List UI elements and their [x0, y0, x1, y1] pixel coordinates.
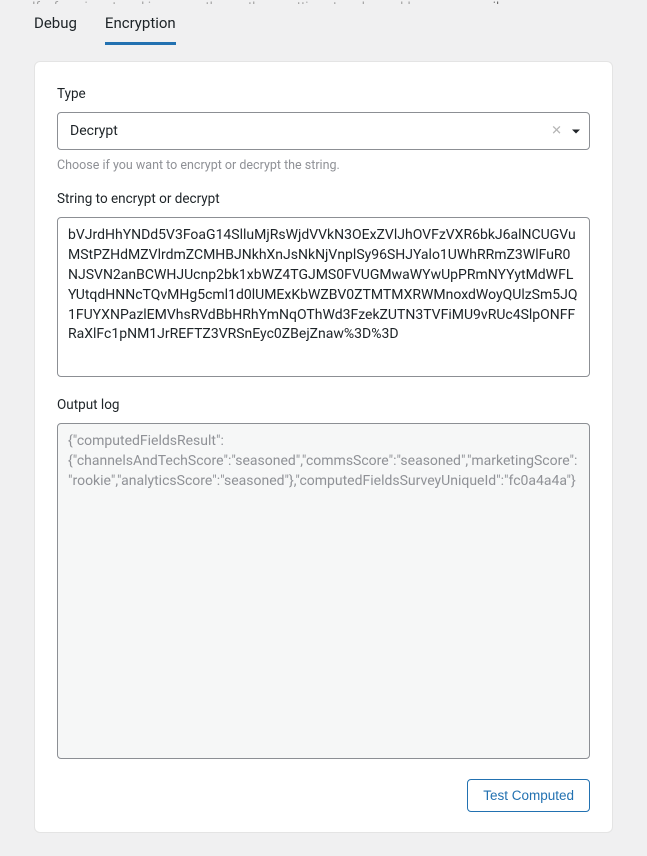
context-hint-suffix: easily. — [472, 0, 508, 4]
test-computed-button[interactable]: Test Computed — [467, 779, 590, 812]
context-hint-prefix: If a form is not working correctly, use … — [32, 0, 472, 4]
encryption-panel: Type Decrypt ✕ Choose if you want to enc… — [34, 61, 613, 833]
string-input[interactable] — [57, 217, 590, 377]
tabs: Debug Encryption — [0, 4, 647, 45]
output-log[interactable] — [57, 423, 590, 759]
type-helper: Choose if you want to encrypt or decrypt… — [57, 158, 590, 173]
string-group: String to encrypt or decrypt — [57, 191, 590, 381]
clear-icon[interactable]: ✕ — [551, 125, 562, 138]
chevron-down-icon[interactable] — [570, 125, 582, 137]
tab-debug[interactable]: Debug — [34, 14, 77, 45]
type-group: Type Decrypt ✕ Choose if you want to enc… — [57, 86, 590, 173]
output-label: Output log — [57, 397, 590, 413]
output-group: Output log — [57, 397, 590, 763]
type-label: Type — [57, 86, 590, 102]
string-label: String to encrypt or decrypt — [57, 191, 590, 207]
tab-encryption[interactable]: Encryption — [105, 14, 176, 45]
type-select-value: Decrypt — [57, 112, 590, 150]
type-select[interactable]: Decrypt ✕ — [57, 112, 590, 150]
button-row: Test Computed — [57, 779, 590, 812]
type-select-icons: ✕ — [551, 125, 582, 138]
